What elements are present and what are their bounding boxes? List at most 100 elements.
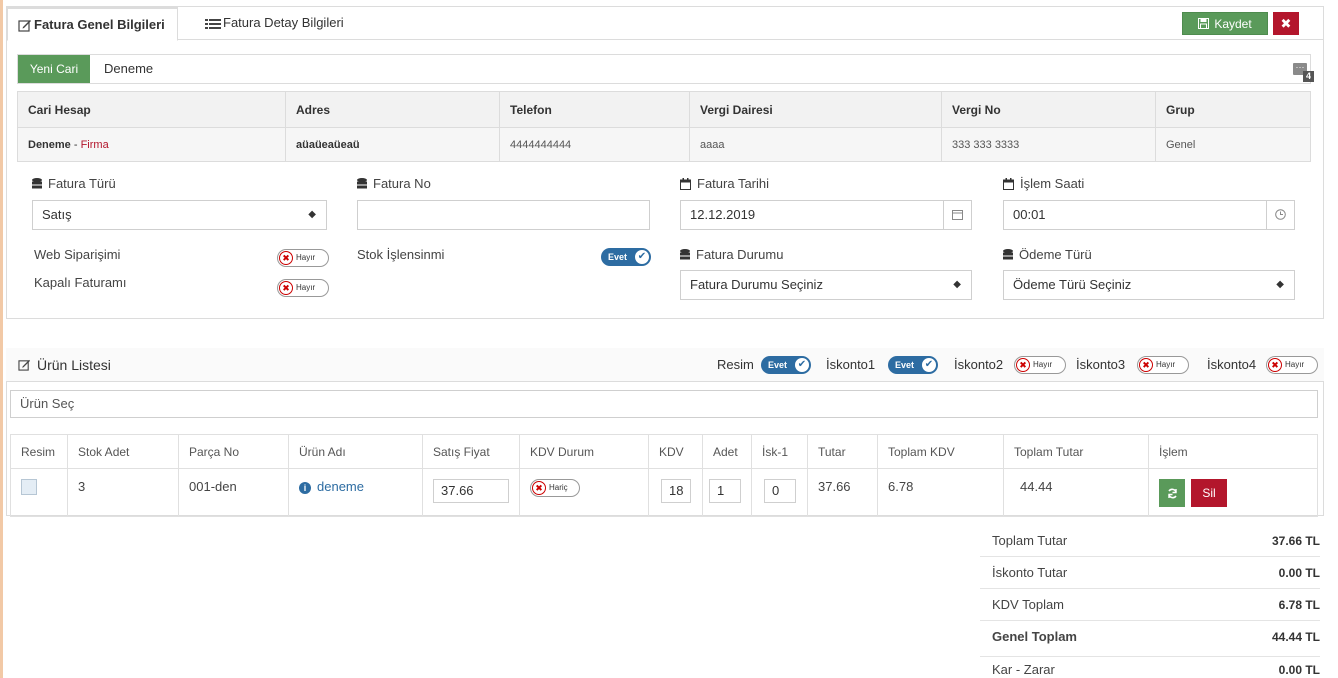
cari-name-input[interactable]: Deneme <box>104 55 153 83</box>
web-siparisi-label: Web Siparişimi <box>34 247 121 262</box>
summary-genel-toplam-label: Genel Toplam <box>992 629 1077 644</box>
info-icon[interactable]: i <box>299 482 311 494</box>
iskonto1-toggle[interactable]: Evet ✔ <box>888 356 938 374</box>
date-value: 12.12.2019 <box>690 207 756 222</box>
islem-cell: Sil <box>1148 468 1318 517</box>
label-text: Fatura Durumu <box>696 247 784 262</box>
islem-saati-input[interactable]: 00:01 <box>1003 200 1295 230</box>
adres-cell: aüaüeaüeaü <box>285 127 500 162</box>
col-adres: Adres <box>285 91 500 128</box>
edit-icon <box>18 20 31 32</box>
kdv-durum-toggle[interactable]: ✖ Hariç <box>530 479 580 497</box>
web-siparisi-toggle[interactable]: ✖ Hayır <box>277 249 329 267</box>
summary-kar-zarar-label: Kar - Zarar <box>992 662 1055 677</box>
tab-bar: Fatura Genel Bilgileri Fatura Detay Bilg… <box>7 7 1323 41</box>
col-telefon: Telefon <box>499 91 690 128</box>
stok-islensin-label: Stok İşlensinmi <box>357 247 445 262</box>
check-icon: ✔ <box>921 357 937 373</box>
iskonto3-toggle[interactable]: ✖ Hayır <box>1137 356 1189 374</box>
summary-genel-toplam-value: 44.44 TL <box>1271 630 1320 644</box>
col-grup: Grup <box>1155 91 1311 128</box>
product-select-input[interactable]: Ürün Seç <box>10 390 1318 418</box>
delete-button[interactable]: Sil <box>1191 479 1227 507</box>
close-icon: ✖ <box>1280 16 1292 31</box>
product-name-link[interactable]: deneme <box>317 479 364 494</box>
summary-kar-zarar-value: 0.00 TL <box>1278 663 1320 677</box>
toggle-text: Hayır <box>1033 360 1053 369</box>
divider <box>980 620 1320 621</box>
table-header-row: Resim Stok Adet Parça No Ürün Adı Satış … <box>10 434 1318 469</box>
fiyat-cell: 37.66 <box>422 468 520 517</box>
summary-toplam-tutar-label: Toplam Tutar <box>992 533 1068 548</box>
toggle-text: Hayır <box>1285 360 1305 369</box>
kdv-durum-cell: ✖ Hariç <box>519 468 649 517</box>
price-input[interactable]: 37.66 <box>433 479 509 503</box>
iskonto2-toggle[interactable]: ✖ Hayır <box>1014 356 1066 374</box>
stok-islensin-toggle[interactable]: Evet ✔ <box>601 248 651 266</box>
kapali-fatura-toggle[interactable]: ✖ Hayır <box>277 279 329 297</box>
x-icon: ✖ <box>1139 358 1153 372</box>
close-button[interactable]: ✖ <box>1273 12 1299 35</box>
calendar-icon <box>1003 178 1014 190</box>
label-text: Fatura No <box>373 176 431 191</box>
col-toplam-tutar: Toplam Tutar <box>1003 434 1149 469</box>
toggle-text: Evet <box>768 360 788 370</box>
iskonto-input[interactable]: 0 <box>764 479 796 503</box>
summary-toplam-tutar-value: 37.66 TL <box>1271 534 1320 548</box>
fatura-durumu-select[interactable]: Fatura Durumu Seçiniz ◆ <box>680 270 972 300</box>
cari-hesap-name: Deneme <box>28 138 71 151</box>
tab-fatura-detay-bilgileri[interactable]: Fatura Detay Bilgileri <box>205 7 344 41</box>
iskonto2-option-label: İskonto2 <box>954 357 1004 372</box>
col-resim: Resim <box>10 434 68 469</box>
tab-label: Fatura Genel Bilgileri <box>34 17 165 32</box>
cari-separator: - <box>70 138 81 151</box>
iskonto4-toggle[interactable]: ✖ Hayır <box>1266 356 1318 374</box>
tutar-cell: 37.66 <box>807 468 878 517</box>
refresh-button[interactable] <box>1159 479 1185 507</box>
col-cari-hesap: Cari Hesap <box>17 91 286 128</box>
tab-fatura-genel-bilgileri[interactable]: Fatura Genel Bilgileri <box>7 7 178 41</box>
select-caret-icon: ◆ <box>953 279 961 290</box>
odeme-turu-label: Ödeme Türü <box>1003 247 1092 262</box>
new-cari-button[interactable]: Yeni Cari <box>18 55 90 83</box>
telefon-cell: 4444444444 <box>499 127 690 162</box>
toggle-text: Hariç <box>549 483 568 492</box>
product-table: Resim Stok Adet Parça No Ürün Adı Satış … <box>10 434 1318 517</box>
vergi-dairesi-cell: aaaa <box>689 127 942 162</box>
urun-cell: i deneme <box>288 468 423 517</box>
adet-input[interactable]: 1 <box>709 479 741 503</box>
col-vergi-dairesi: Vergi Dairesi <box>689 91 942 128</box>
kdv-input[interactable]: 18 <box>661 479 691 503</box>
fatura-turu-select[interactable]: Satış ◆ <box>32 200 327 230</box>
grup-cell: Genel <box>1155 127 1311 162</box>
calendar-icon[interactable] <box>943 201 971 229</box>
iskonto1-option-label: İskonto1 <box>826 357 876 372</box>
kdv-cell: 18 <box>648 468 703 517</box>
col-tutar: Tutar <box>807 434 878 469</box>
summary-iskonto-tutar-value: 0.00 TL <box>1278 566 1320 580</box>
table-row: 3 001-den i deneme 37.66 ✖ Hariç 18 1 0 37… <box>10 468 1318 517</box>
fatura-no-input[interactable] <box>357 200 650 230</box>
cari-selector: Yeni Cari Deneme ··· 4 <box>17 54 1314 84</box>
stok-cell: 3 <box>67 468 179 517</box>
divider <box>980 656 1320 657</box>
fatura-tarihi-input[interactable]: 12.12.2019 <box>680 200 972 230</box>
product-image-cell <box>10 468 68 517</box>
clock-icon[interactable] <box>1266 201 1294 229</box>
calendar-icon <box>680 178 691 190</box>
save-button[interactable]: Kaydet <box>1182 12 1268 35</box>
col-toplam-kdv: Toplam KDV <box>877 434 1004 469</box>
cari-type: Firma <box>80 138 109 151</box>
resim-option-label: Resim <box>717 357 754 372</box>
odeme-turu-select[interactable]: Ödeme Türü Seçiniz ◆ <box>1003 270 1295 300</box>
select-value: Fatura Durumu Seçiniz <box>690 277 823 292</box>
time-value: 00:01 <box>1013 207 1046 222</box>
summary-kdv-toplam-label: KDV Toplam <box>992 597 1065 612</box>
col-urun-adi: Ürün Adı <box>288 434 423 469</box>
floppy-icon <box>1198 18 1210 29</box>
resim-toggle[interactable]: Evet ✔ <box>761 356 811 374</box>
fatura-tarihi-label: Fatura Tarihi <box>680 176 769 191</box>
toplam-tutar-cell: 44.44 <box>1003 468 1149 517</box>
save-button-label: Kaydet <box>1214 17 1252 31</box>
title-text: Ürün Listesi <box>37 357 111 373</box>
